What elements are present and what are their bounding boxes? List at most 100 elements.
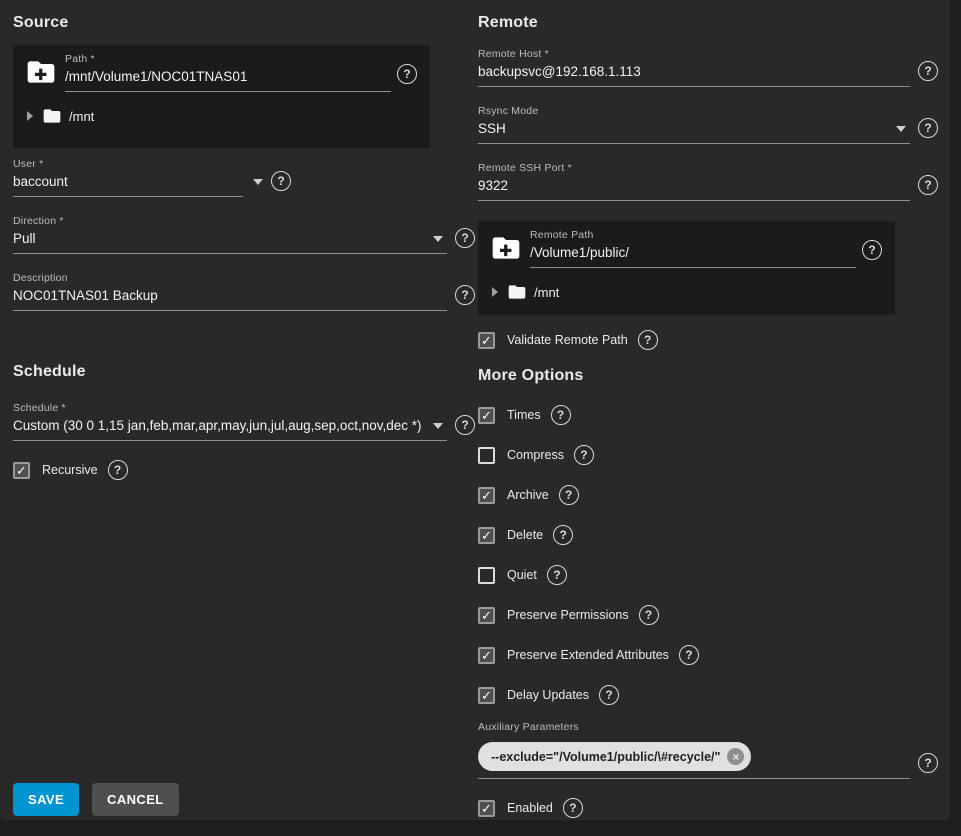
form-actions: SAVE CANCEL bbox=[13, 783, 179, 816]
delay-updates-checkbox[interactable] bbox=[478, 687, 495, 704]
schedule-help-icon[interactable]: ? bbox=[455, 415, 475, 435]
remote-ssh-port-label: Remote SSH Port * bbox=[478, 162, 910, 174]
description-input[interactable] bbox=[13, 287, 447, 311]
source-section-title: Source bbox=[13, 14, 475, 32]
direction-label: Direction * bbox=[13, 215, 447, 227]
remote-ssh-port-input[interactable] bbox=[478, 177, 910, 201]
times-checkbox[interactable] bbox=[478, 407, 495, 424]
recursive-checkbox[interactable] bbox=[13, 462, 30, 479]
remote-ssh-port-field: Remote SSH Port * ? bbox=[478, 162, 938, 201]
validate-remote-path-label: Validate Remote Path bbox=[507, 333, 628, 347]
enabled-help-icon[interactable]: ? bbox=[563, 798, 583, 818]
validate-remote-path-help-icon[interactable]: ? bbox=[638, 330, 658, 350]
folder-icon bbox=[42, 106, 62, 126]
times-help-icon[interactable]: ? bbox=[551, 405, 571, 425]
remote-host-help-icon[interactable]: ? bbox=[918, 61, 938, 81]
rsync-task-form-card: Source Path * ? /mnt bbox=[0, 0, 950, 820]
remote-ssh-port-help-icon[interactable]: ? bbox=[918, 175, 938, 195]
enabled-checkbox-row[interactable]: Enabled ? bbox=[478, 798, 938, 818]
preserve-permissions-help-icon[interactable]: ? bbox=[639, 605, 659, 625]
auxiliary-parameters-help-icon[interactable]: ? bbox=[918, 753, 938, 773]
source-tree-node-label: /mnt bbox=[69, 109, 94, 124]
source-path-input[interactable] bbox=[65, 68, 391, 92]
schedule-label: Schedule * bbox=[13, 402, 447, 414]
quiet-help-icon[interactable]: ? bbox=[547, 565, 567, 585]
rsync-mode-help-icon[interactable]: ? bbox=[918, 118, 938, 138]
archive-checkbox[interactable] bbox=[478, 487, 495, 504]
direction-help-icon[interactable]: ? bbox=[455, 228, 475, 248]
chevron-down-icon[interactable] bbox=[253, 179, 263, 185]
delay-updates-checkbox-row[interactable]: Delay Updates ? bbox=[478, 685, 938, 705]
validate-remote-path-row[interactable]: Validate Remote Path ? bbox=[478, 330, 938, 350]
description-help-icon[interactable]: ? bbox=[455, 285, 475, 305]
enabled-checkbox[interactable] bbox=[478, 800, 495, 817]
schedule-select[interactable]: Custom (30 0 1,15 jan,feb,mar,apr,may,ju… bbox=[13, 417, 447, 441]
chevron-down-icon bbox=[433, 236, 443, 242]
rsync-mode-field: Rsync Mode SSH ? bbox=[478, 105, 938, 144]
direction-field: Direction * Pull ? bbox=[13, 215, 475, 254]
add-folder-icon[interactable] bbox=[25, 56, 57, 88]
enabled-label: Enabled bbox=[507, 801, 553, 815]
save-button[interactable]: SAVE bbox=[13, 783, 79, 816]
preserve-permissions-checkbox[interactable] bbox=[478, 607, 495, 624]
remote-tree-node-label: /mnt bbox=[534, 285, 559, 300]
quiet-checkbox[interactable] bbox=[478, 567, 495, 584]
source-path-label: Path * bbox=[65, 53, 391, 65]
auxiliary-parameters-label: Auxiliary Parameters bbox=[478, 721, 938, 733]
remote-host-input[interactable] bbox=[478, 63, 910, 87]
user-label: User * bbox=[13, 158, 243, 170]
remote-section-title: Remote bbox=[478, 14, 938, 32]
delete-checkbox-row[interactable]: Delete ? bbox=[478, 525, 938, 545]
recursive-label: Recursive bbox=[42, 463, 98, 477]
more-options-section-title: More Options bbox=[478, 367, 938, 385]
auxiliary-parameters-input[interactable]: --exclude="/Volume1/public/\#recycle/" × bbox=[478, 736, 910, 779]
remote-path-help-icon[interactable]: ? bbox=[862, 240, 882, 260]
schedule-section-title: Schedule bbox=[13, 363, 475, 381]
remote-path-input[interactable] bbox=[530, 244, 856, 268]
aux-parameter-chip[interactable]: --exclude="/Volume1/public/\#recycle/" × bbox=[478, 742, 751, 771]
validate-remote-path-checkbox[interactable] bbox=[478, 332, 495, 349]
remote-host-label: Remote Host * bbox=[478, 48, 910, 60]
user-select[interactable]: baccount bbox=[13, 173, 243, 197]
expand-arrow-icon[interactable] bbox=[27, 111, 33, 121]
direction-select[interactable]: Pull bbox=[13, 230, 447, 254]
source-tree-node-mnt[interactable]: /mnt bbox=[25, 105, 418, 127]
preserve-extended-attributes-help-icon[interactable]: ? bbox=[679, 645, 699, 665]
schedule-field: Schedule * Custom (30 0 1,15 jan,feb,mar… bbox=[13, 402, 475, 441]
expand-arrow-icon[interactable] bbox=[492, 287, 498, 297]
preserve-extended-attributes-checkbox[interactable] bbox=[478, 647, 495, 664]
remote-host-field: Remote Host * ? bbox=[478, 48, 938, 87]
source-path-help-icon[interactable]: ? bbox=[397, 64, 417, 84]
archive-help-icon[interactable]: ? bbox=[559, 485, 579, 505]
folder-icon bbox=[507, 282, 527, 302]
add-folder-icon[interactable] bbox=[490, 232, 522, 264]
rsync-mode-select[interactable]: SSH bbox=[478, 120, 910, 144]
times-checkbox-row[interactable]: Times ? bbox=[478, 405, 938, 425]
chevron-down-icon bbox=[896, 126, 906, 132]
description-field: Description ? bbox=[13, 272, 475, 311]
delete-help-icon[interactable]: ? bbox=[553, 525, 573, 545]
auxiliary-parameters-field: Auxiliary Parameters --exclude="/Volume1… bbox=[478, 721, 938, 779]
source-path-explorer: Path * ? /mnt bbox=[13, 45, 430, 148]
remote-path-label: Remote Path bbox=[530, 229, 856, 241]
chip-remove-icon[interactable]: × bbox=[727, 748, 744, 765]
description-label: Description bbox=[13, 272, 447, 284]
compress-help-icon[interactable]: ? bbox=[574, 445, 594, 465]
chevron-down-icon bbox=[433, 423, 443, 429]
delete-checkbox[interactable] bbox=[478, 527, 495, 544]
remote-tree-node-mnt[interactable]: /mnt bbox=[490, 281, 883, 303]
recursive-checkbox-row[interactable]: Recursive ? bbox=[13, 460, 475, 480]
user-help-icon[interactable]: ? bbox=[271, 171, 291, 191]
compress-checkbox[interactable] bbox=[478, 447, 495, 464]
cancel-button[interactable]: CANCEL bbox=[92, 783, 179, 816]
compress-checkbox-row[interactable]: Compress ? bbox=[478, 445, 938, 465]
preserve-permissions-checkbox-row[interactable]: Preserve Permissions ? bbox=[478, 605, 938, 625]
preserve-extended-attributes-checkbox-row[interactable]: Preserve Extended Attributes ? bbox=[478, 645, 938, 665]
quiet-checkbox-row[interactable]: Quiet ? bbox=[478, 565, 938, 585]
remote-path-explorer: Remote Path ? /mnt bbox=[478, 221, 895, 315]
archive-checkbox-row[interactable]: Archive ? bbox=[478, 485, 938, 505]
user-field: User * baccount ? bbox=[13, 158, 475, 197]
rsync-mode-label: Rsync Mode bbox=[478, 105, 910, 117]
recursive-help-icon[interactable]: ? bbox=[108, 460, 128, 480]
delay-updates-help-icon[interactable]: ? bbox=[599, 685, 619, 705]
